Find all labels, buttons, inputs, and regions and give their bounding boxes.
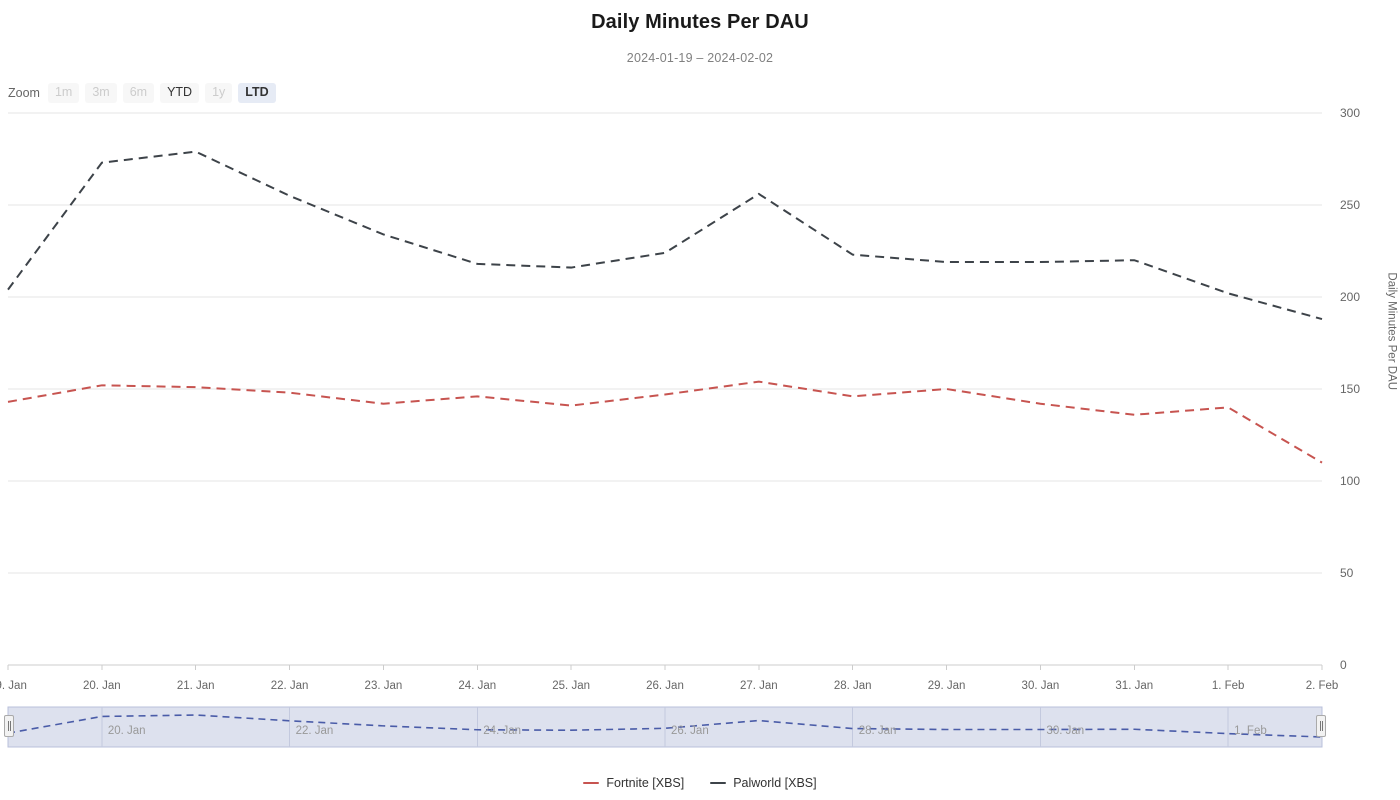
series-line-palworld xyxy=(7,150,1323,321)
x-tick-label: 28. Jan xyxy=(833,680,872,692)
x-tick-label: 21. Jan xyxy=(176,680,215,692)
x-tick-label: 29. Jan xyxy=(927,680,966,692)
navigator-tick-label: 20. Jan xyxy=(107,725,146,737)
x-tick-label: 19. Jan xyxy=(0,680,27,692)
navigator-graphic[interactable] xyxy=(7,706,1323,748)
chart-container: Daily Minutes Per DAU 2024-01-19 – 2024-… xyxy=(0,0,1400,800)
navigator-handle-right[interactable] xyxy=(1316,715,1326,737)
x-tick-label: 2. Feb xyxy=(1305,680,1339,692)
series-line-fortnite xyxy=(7,380,1323,464)
legend-swatch-palworld xyxy=(710,781,727,785)
x-tick-label: 31. Jan xyxy=(1115,680,1154,692)
series-lines xyxy=(7,150,1323,464)
legend-label-fortnite: Fortnite [XBS] xyxy=(606,776,685,790)
navigator-tick-label: 24. Jan xyxy=(483,725,522,737)
x-tick-label: 23. Jan xyxy=(364,680,403,692)
navigator-tick-label: 26. Jan xyxy=(671,725,709,737)
y-tick-label: 150 xyxy=(1340,382,1361,396)
x-tick-label: 30. Jan xyxy=(1021,680,1060,692)
x-tick-label: 20. Jan xyxy=(82,680,121,692)
legend: Fortnite [XBS] Palworld [XBS] xyxy=(0,776,1400,790)
y-tick-label: 300 xyxy=(1340,106,1361,120)
y-tick-label: 50 xyxy=(1340,566,1354,580)
y-tick-label: 100 xyxy=(1340,474,1361,488)
y-tick-label: 200 xyxy=(1340,290,1361,304)
legend-swatch-fortnite xyxy=(583,781,600,785)
y-tick-label: 0 xyxy=(1340,658,1347,672)
x-tick-label: 27. Jan xyxy=(739,680,778,692)
x-tick-label: 24. Jan xyxy=(458,680,497,692)
x-tick-label: 1. Feb xyxy=(1211,680,1245,692)
navigator-tick-label: 30. Jan xyxy=(1046,725,1085,737)
legend-item-palworld[interactable]: Palworld [XBS] xyxy=(710,776,817,790)
legend-item-fortnite[interactable]: Fortnite [XBS] xyxy=(583,776,684,790)
x-tick-label: 25. Jan xyxy=(552,680,590,692)
navigator-tick-label: 1. Feb xyxy=(1234,725,1267,737)
navigator-handle-left[interactable] xyxy=(4,715,14,737)
x-tick-label: 22. Jan xyxy=(270,680,309,692)
gridlines xyxy=(7,112,1323,670)
x-tick-label: 26. Jan xyxy=(646,680,684,692)
navigator-tick-label: 22. Jan xyxy=(295,725,334,737)
y-tick-label: 250 xyxy=(1340,198,1361,212)
legend-label-palworld: Palworld [XBS] xyxy=(733,776,817,790)
navigator-tick-label: 28. Jan xyxy=(858,725,897,737)
y-axis-title: Daily Minutes Per DAU xyxy=(1386,272,1398,390)
